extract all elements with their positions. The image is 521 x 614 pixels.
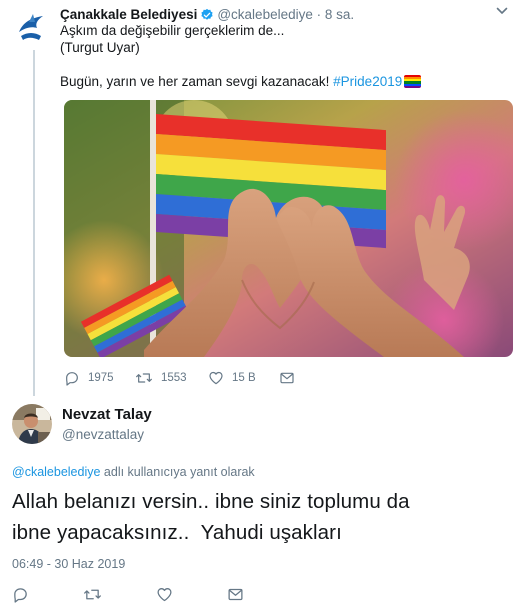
tweet-text-line: Bugün, yarın ve her zaman sevgi kazanaca… [60, 74, 330, 89]
retweet-button[interactable] [83, 584, 102, 604]
avatar-photo [12, 404, 52, 444]
chevron-down-icon[interactable] [495, 4, 509, 18]
reply-author-avatar[interactable] [12, 404, 52, 444]
tweet-text-line: (Turgut Uyar) [60, 40, 140, 55]
tweet-photo[interactable] [64, 100, 513, 357]
rainbow-flag-icon [404, 75, 422, 88]
reply-author-handle[interactable]: @nevzattalay [62, 427, 144, 442]
tweet-actions: 1975 1553 15 B [64, 368, 324, 388]
heart-icon [157, 587, 172, 601]
municipality-logo-icon [13, 10, 49, 46]
reply-button[interactable]: 1975 [64, 368, 114, 388]
reply-icon [14, 587, 27, 603]
retweet-icon [84, 589, 101, 599]
reply-to-mention[interactable]: @ckalebelediye [12, 465, 100, 479]
reply-actions [12, 584, 252, 604]
author-avatar-logo[interactable] [13, 10, 49, 46]
tweet-text: Aşkım da değişebilir gerçeklerim de... (… [60, 22, 510, 90]
retweet-count: 1553 [161, 372, 187, 384]
tweet-text-line-with-hashtag: Bugün, yarın ve her zaman sevgi kazanaca… [60, 73, 510, 90]
tweet-time[interactable]: 8 sa. [325, 7, 354, 22]
hashtag-link[interactable]: #Pride2019 [333, 74, 402, 89]
like-button[interactable]: 15 B [208, 368, 256, 388]
reply-timestamp[interactable]: 06:49 - 30 Haz 2019 [12, 557, 125, 571]
reply-icon [66, 372, 78, 386]
reply-author-name[interactable]: Nevzat Talay [62, 406, 152, 423]
reply-button[interactable] [12, 584, 29, 604]
author-name[interactable]: Çanakkale Belediyesi [60, 7, 197, 22]
envelope-icon [228, 588, 243, 600]
reply-context: @ckalebelediye adlı kullanıcıya yanıt ol… [12, 465, 255, 479]
author-handle[interactable]: @ckalebelediye [217, 7, 313, 22]
like-button[interactable] [156, 584, 173, 604]
direct-message-button[interactable] [227, 584, 244, 604]
tweet-text-line: Aşkım da değişebilir gerçeklerim de... [60, 23, 285, 38]
heart-icon [209, 371, 223, 385]
thread-connector-line [33, 50, 35, 396]
pride-heart-hands-photo [64, 100, 513, 357]
reply-text: Allah belanızı versin.. ibne siniz toplu… [12, 486, 512, 548]
direct-message-button[interactable] [279, 368, 295, 388]
retweet-icon [136, 373, 152, 383]
reply-count: 1975 [88, 372, 114, 384]
retweet-button[interactable]: 1553 [135, 368, 187, 388]
meta-separator: · [316, 7, 322, 22]
reply-text-line: Allah belanızı versin.. ibne siniz toplu… [12, 490, 410, 513]
reply-text-line: ibne yapacaksınız.. Yahudi uşakları [12, 521, 342, 544]
envelope-icon [280, 372, 294, 384]
reply-to-label: adlı kullanıcıya yanıt olarak [100, 465, 255, 479]
like-count: 15 B [232, 372, 256, 384]
